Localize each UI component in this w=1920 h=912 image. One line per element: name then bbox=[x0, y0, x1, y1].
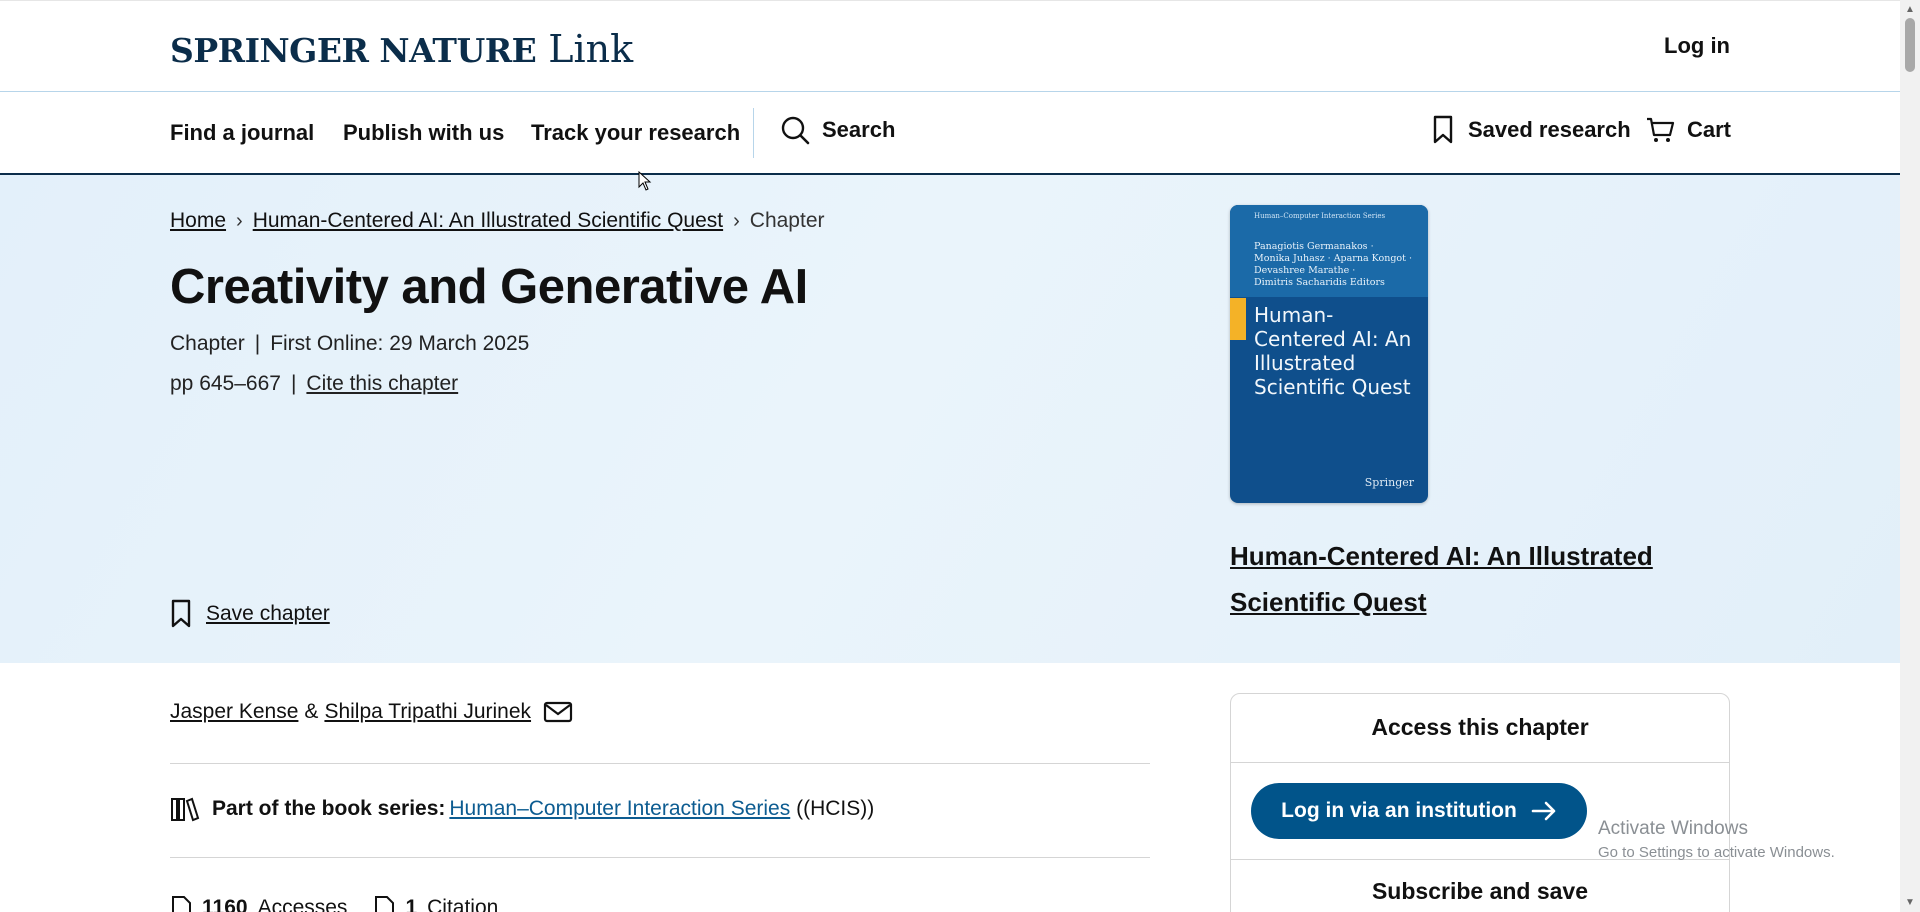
mouse-cursor-icon bbox=[638, 171, 652, 191]
chevron-right-icon: › bbox=[733, 209, 740, 232]
login-link[interactable]: Log in bbox=[1664, 33, 1730, 59]
chapter-meta: Chapter | First Online: 29 March 2025 bbox=[170, 332, 529, 356]
accesses-label: Accesses bbox=[257, 896, 348, 912]
cart-icon bbox=[1647, 117, 1675, 142]
arrow-right-icon bbox=[1531, 801, 1556, 821]
chapter-pages-row: pp 645–667 | Cite this chapter bbox=[170, 372, 458, 396]
logo-main-text: SPRINGER NATURE bbox=[170, 31, 537, 70]
save-chapter-button[interactable]: Save chapter bbox=[170, 599, 330, 629]
cite-this-chapter-link[interactable]: Cite this chapter bbox=[306, 372, 458, 396]
bookmark-icon bbox=[1433, 115, 1453, 144]
saved-research-label: Saved research bbox=[1468, 117, 1631, 142]
chapter-hero: Home › Human-Centered AI: An Illustrated… bbox=[0, 175, 1900, 663]
access-title: Access this chapter bbox=[1371, 714, 1589, 740]
nav-search-button[interactable]: Search bbox=[780, 115, 895, 145]
subscribe-heading: Subscribe and save bbox=[1371, 878, 1589, 904]
document-icon bbox=[172, 896, 191, 912]
meta-separator: | bbox=[254, 332, 261, 355]
cover-accent-bar bbox=[1230, 298, 1246, 340]
page-range: pp 645–667 bbox=[170, 372, 281, 395]
panel-divider bbox=[1231, 762, 1729, 763]
series-link[interactable]: Human–Computer Interaction Series bbox=[449, 797, 790, 820]
chapter-title: Creativity and Generative AI bbox=[170, 260, 808, 314]
save-chapter-label: Save chapter bbox=[206, 602, 330, 625]
cover-publisher: Springer bbox=[1364, 476, 1414, 489]
search-icon bbox=[781, 116, 810, 145]
login-institution-button[interactable]: Log in via an institution bbox=[1251, 783, 1587, 839]
nav-track-research[interactable]: Track your research bbox=[531, 120, 740, 146]
authors-row: Jasper Kense & Shilpa Tripathi Jurinek bbox=[170, 700, 573, 724]
document-icon bbox=[375, 896, 395, 912]
cover-editors: Panagiotis Germanakos · Monika Juhasz · … bbox=[1254, 241, 1412, 288]
nav-cart[interactable]: Cart bbox=[1645, 115, 1731, 145]
activate-windows-watermark: Activate Windows Go to Settings to activ… bbox=[1598, 818, 1835, 861]
citations-count: 1 bbox=[405, 896, 418, 912]
meta-separator: | bbox=[290, 372, 297, 395]
section-divider bbox=[170, 857, 1150, 858]
content-type: Chapter bbox=[170, 332, 245, 355]
page-scrollbar[interactable]: ▲ ▼ bbox=[1900, 0, 1920, 912]
search-label: Search bbox=[822, 117, 896, 142]
author-link[interactable]: Shilpa Tripathi Jurinek bbox=[324, 700, 531, 724]
breadcrumb: Home › Human-Centered AI: An Illustrated… bbox=[170, 209, 825, 233]
series-abbreviation: ((HCIS)) bbox=[796, 797, 875, 820]
breadcrumb-home[interactable]: Home bbox=[170, 209, 226, 233]
springer-nature-link-logo[interactable]: SPRINGER NATURE Link bbox=[170, 27, 633, 71]
accesses-count: 1160 bbox=[202, 896, 248, 912]
metrics-row: 1160 Accesses 1 Citation bbox=[170, 895, 498, 912]
author-separator: & bbox=[304, 700, 319, 723]
scroll-down-icon[interactable]: ▼ bbox=[1905, 897, 1915, 908]
breadcrumb-book[interactable]: Human-Centered AI: An Illustrated Scient… bbox=[253, 209, 723, 233]
main-nav: Find a journal Publish with us Track you… bbox=[0, 92, 1900, 175]
nav-publish-with-us[interactable]: Publish with us bbox=[343, 120, 504, 146]
bookmark-icon bbox=[171, 599, 191, 628]
scroll-thumb[interactable] bbox=[1905, 18, 1915, 72]
nav-saved-research[interactable]: Saved research bbox=[1432, 115, 1631, 145]
cover-series: Human–Computer Interaction Series bbox=[1254, 212, 1386, 220]
cart-label: Cart bbox=[1687, 117, 1732, 142]
cover-title: Human-Centered AI: An Illustrated Scient… bbox=[1254, 303, 1412, 399]
nav-find-journal[interactable]: Find a journal bbox=[170, 120, 314, 146]
login-institution-label: Log in via an institution bbox=[1281, 799, 1517, 822]
section-divider bbox=[170, 763, 1150, 764]
book-cover[interactable]: Human–Computer Interaction Series Panagi… bbox=[1230, 205, 1428, 503]
nav-separator bbox=[753, 108, 754, 158]
citations-label: Citation bbox=[427, 896, 499, 912]
book-series-row: Part of the book series: Human–Computer … bbox=[170, 796, 874, 822]
series-label: Part of the book series: bbox=[212, 797, 446, 820]
logo-link-text: Link bbox=[548, 27, 634, 71]
breadcrumb-current: Chapter bbox=[749, 209, 825, 232]
email-icon[interactable] bbox=[543, 700, 573, 724]
first-online-date: First Online: 29 March 2025 bbox=[270, 332, 530, 355]
book-title-link[interactable]: Human-Centered AI: An Illustrated Scient… bbox=[1230, 533, 1700, 625]
books-icon bbox=[171, 797, 200, 822]
scroll-up-icon[interactable]: ▲ bbox=[1905, 4, 1915, 15]
site-header: SPRINGER NATURE Link Log in bbox=[0, 0, 1900, 92]
access-chapter-panel: Access this chapter Log in via an instit… bbox=[1230, 693, 1730, 912]
author-link[interactable]: Jasper Kense bbox=[170, 700, 298, 724]
chevron-right-icon: › bbox=[236, 209, 243, 232]
